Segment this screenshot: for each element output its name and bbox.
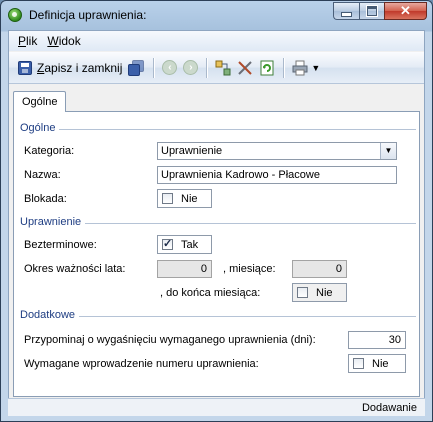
maximize-icon	[366, 5, 378, 17]
window-controls: ✕	[333, 2, 427, 20]
group-divider	[20, 316, 416, 317]
blocked-label: Blokada:	[24, 193, 67, 205]
components-icon	[215, 60, 231, 76]
group-title-permission: Uprawnienie	[20, 216, 86, 228]
save-close-label: Zapisz i zamknij	[37, 60, 123, 75]
toolbar: Zapisz i zamknij ‹ › ▼	[9, 52, 424, 84]
group-title-additional: Dodatkowe	[20, 309, 80, 321]
category-value: Uprawnienie	[161, 145, 223, 157]
blocked-checkbox[interactable]: Nie	[157, 189, 212, 208]
require-number-label: Wymagane wprowadzenie numeru uprawnienia…	[24, 358, 259, 370]
category-select[interactable]: Uprawnienie ▼	[157, 142, 397, 160]
toolbar-separator	[153, 57, 155, 78]
menu-plik-label: lik	[26, 34, 38, 48]
end-of-month-label: , do końca miesiąca:	[160, 287, 261, 299]
chevron-down-icon[interactable]: ▼	[380, 143, 396, 159]
tools-icon	[237, 60, 253, 76]
print-button[interactable]: ▼	[289, 57, 323, 79]
components-button[interactable]	[212, 57, 234, 79]
reminder-days-label: Przypominaj o wygaśnięciu wymaganego upr…	[24, 334, 316, 346]
name-field[interactable]: Uprawnienia Kadrowo - Płacowe	[157, 166, 397, 184]
require-number-value: Nie	[372, 357, 389, 370]
minimize-icon	[341, 12, 352, 17]
forward-button[interactable]: ›	[180, 57, 201, 79]
tab-strip: Ogólne	[13, 91, 420, 112]
end-of-month-checkbox[interactable]: Nie	[292, 283, 347, 302]
toolbar-separator	[283, 57, 285, 78]
save-all-button[interactable]	[125, 57, 148, 79]
check-icon: ✓	[163, 238, 173, 250]
status-bar: Dodawanie	[8, 398, 425, 416]
validity-years-label: Okres ważności lata:	[24, 263, 126, 275]
category-label: Kategoria:	[24, 145, 75, 157]
tab-panel-ogolne: Ogólne Kategoria: Uprawnienie ▼ Nazwa: U…	[13, 111, 420, 397]
checkbox-box	[297, 287, 308, 298]
blocked-value: Nie	[181, 192, 198, 205]
client-area: Plik Widok Zapisz i zamknij ‹ › ▼ Ogólne…	[8, 30, 425, 416]
menu-widok-label: idok	[58, 34, 81, 48]
save-all-icon	[128, 59, 145, 76]
reminder-days-field[interactable]: 30	[348, 331, 406, 349]
print-icon	[292, 60, 308, 76]
indefinite-label: Bezterminowe:	[24, 239, 97, 251]
end-of-month-value: Nie	[316, 286, 333, 299]
menu-widok[interactable]: Widok	[42, 32, 85, 50]
group-title-general: Ogólne	[20, 122, 60, 134]
status-mode: Dodawanie	[361, 402, 417, 414]
name-label: Nazwa:	[24, 169, 61, 181]
back-button[interactable]: ‹	[159, 57, 180, 79]
refresh-button[interactable]	[256, 57, 278, 79]
toolbar-separator	[206, 57, 208, 78]
close-button[interactable]: ✕	[384, 2, 427, 20]
require-number-checkbox[interactable]: Nie	[348, 354, 406, 373]
indefinite-value: Tak	[181, 238, 199, 251]
group-divider	[20, 129, 416, 130]
menu-plik-accelerator: P	[18, 34, 27, 48]
indefinite-checkbox[interactable]: ✓ Tak	[157, 235, 212, 254]
menu-plik[interactable]: Plik	[13, 32, 42, 50]
window-title: Definicja uprawnienia:	[29, 8, 147, 22]
checkbox-box: ✓	[162, 238, 173, 250]
minimize-button[interactable]	[333, 2, 359, 20]
validity-years-field: 0	[157, 260, 212, 278]
forward-icon: ›	[183, 60, 199, 75]
window: Definicja uprawnienia: ✕ Plik Widok Zapi…	[0, 0, 433, 422]
checkbox-box	[162, 193, 173, 204]
title-bar[interactable]: Definicja uprawnienia: ✕	[1, 1, 432, 29]
chevron-down-icon[interactable]: ▼	[311, 63, 320, 73]
months-label: , miesiące:	[223, 263, 276, 275]
checkbox-box	[353, 358, 364, 369]
maximize-button[interactable]	[359, 2, 384, 20]
months-field: 0	[292, 260, 347, 278]
tab-ogolne[interactable]: Ogólne	[13, 91, 67, 112]
close-icon: ✕	[400, 3, 411, 18]
refresh-icon	[259, 60, 275, 76]
back-icon: ‹	[162, 60, 178, 75]
save-close-button[interactable]: Zapisz i zamknij	[15, 57, 125, 79]
menu-bar: Plik Widok	[9, 31, 424, 51]
menu-widok-accelerator: W	[47, 34, 59, 48]
tools-button[interactable]	[234, 57, 256, 79]
save-icon	[18, 60, 32, 75]
app-icon[interactable]	[8, 8, 22, 22]
